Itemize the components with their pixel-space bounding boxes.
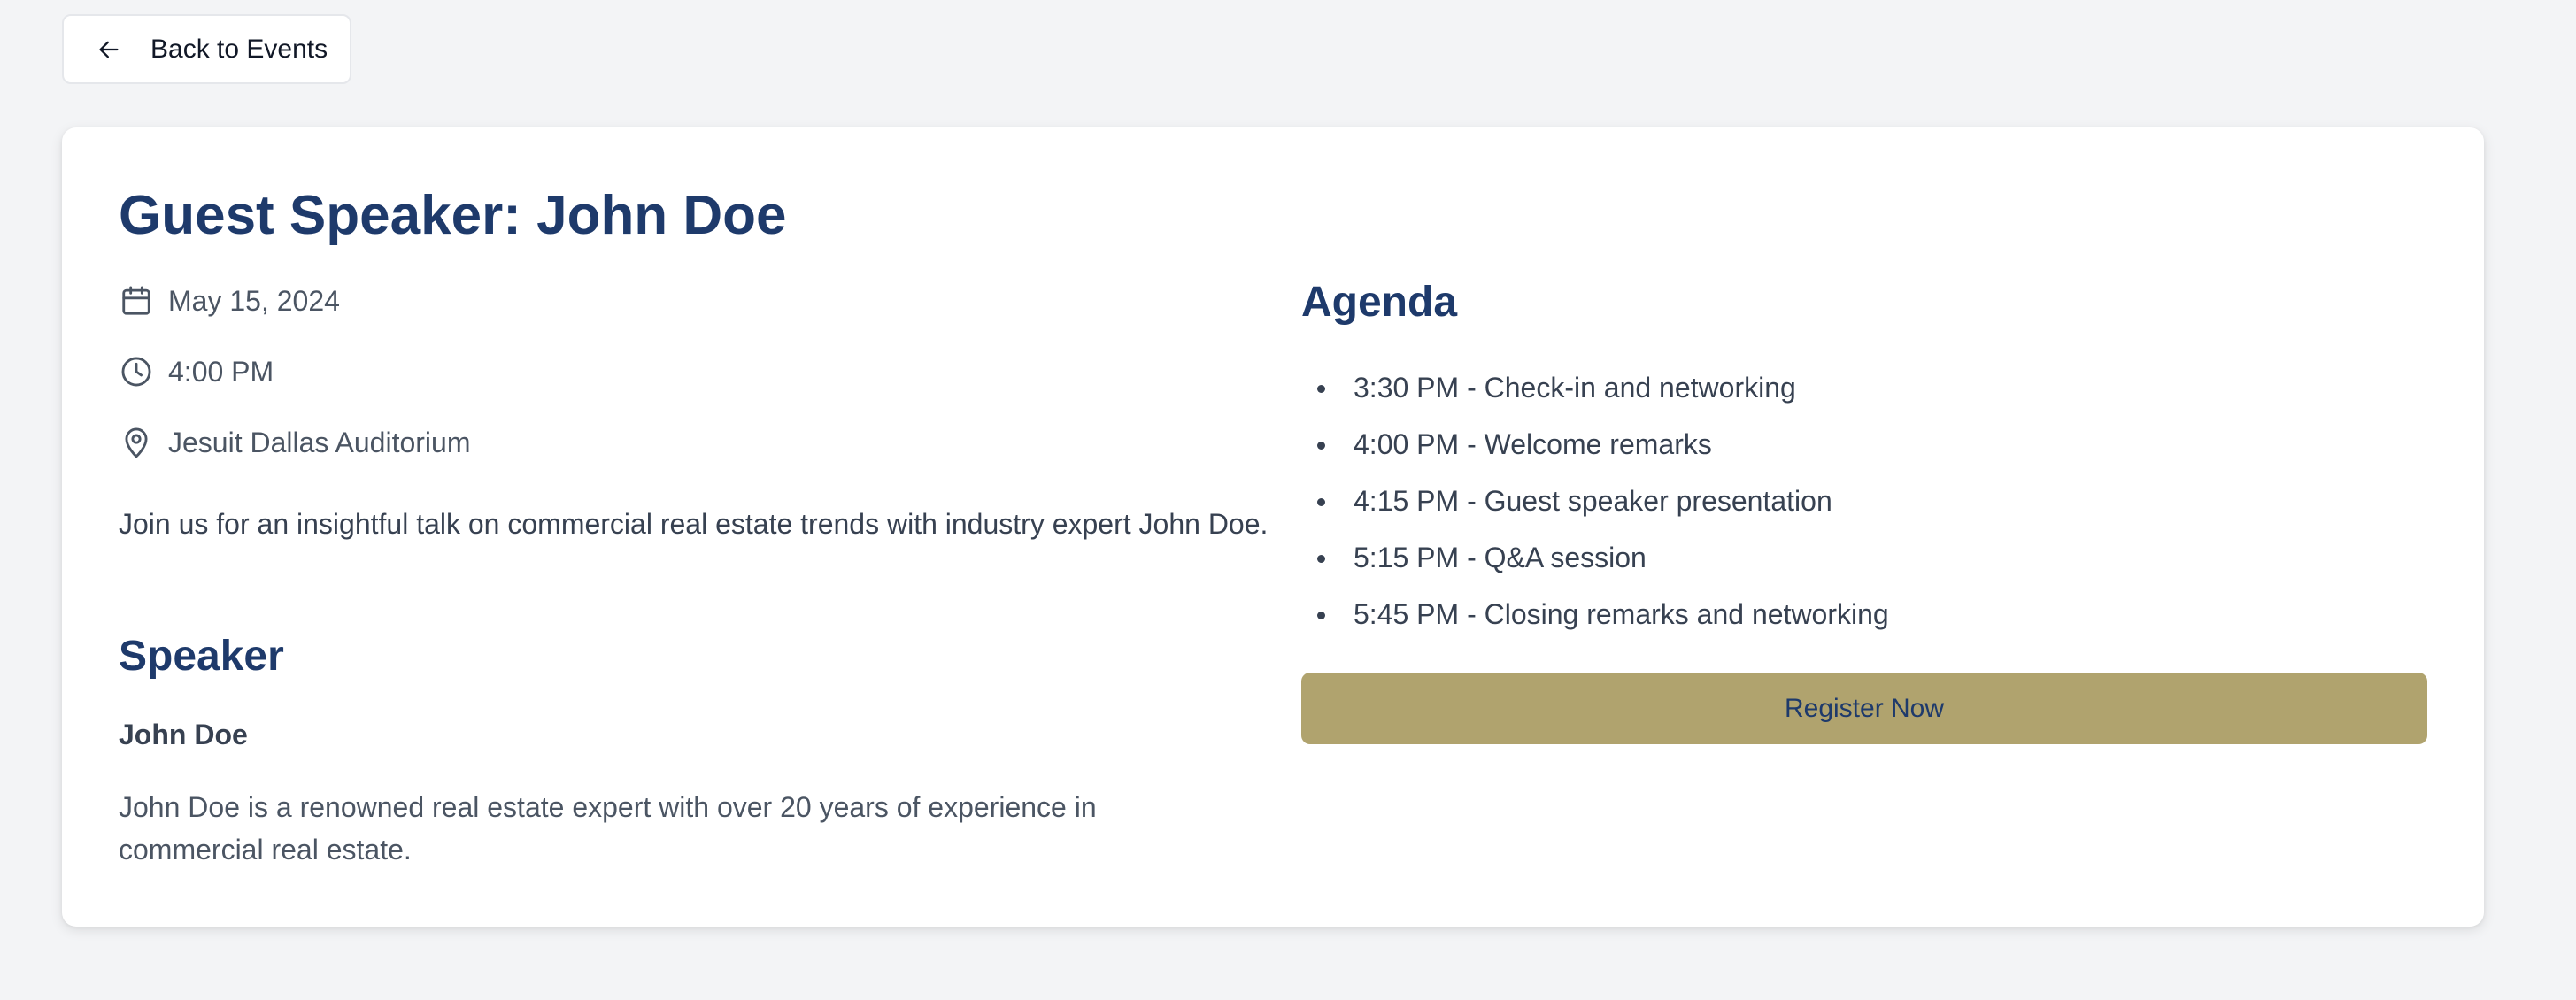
map-pin-icon	[119, 425, 154, 460]
event-time: 4:00 PM	[168, 355, 274, 388]
clock-icon	[119, 354, 154, 389]
event-date: May 15, 2024	[168, 284, 340, 317]
agenda-item: 4:15 PM - Guest speaker presentation	[1301, 473, 1889, 529]
event-detail-card: Guest Speaker: John Doe May 15, 2024 4:0…	[62, 127, 2484, 927]
agenda-item: 4:00 PM - Welcome remarks	[1301, 416, 1889, 473]
bullet-icon	[1317, 442, 1325, 450]
speaker-name: John Doe	[119, 719, 248, 750]
bullet-icon	[1317, 385, 1325, 393]
agenda-heading: Agenda	[1301, 279, 1458, 326]
event-description: Join us for an insightful talk on commer…	[119, 508, 1269, 540]
event-location-row: Jesuit Dallas Auditorium	[119, 423, 470, 462]
agenda-list: 3:30 PM - Check-in and networking 4:00 P…	[1301, 359, 1889, 642]
speaker-bio: John Doe is a renowned real estate exper…	[119, 791, 1097, 865]
back-to-events-button[interactable]: Back to Events	[62, 14, 351, 84]
bullet-icon	[1317, 498, 1325, 506]
register-now-button[interactable]: Register Now	[1301, 673, 2427, 744]
agenda-item: 5:45 PM - Closing remarks and networking	[1301, 586, 1889, 642]
bullet-icon	[1317, 612, 1325, 619]
arrow-left-icon	[94, 35, 124, 65]
event-date-row: May 15, 2024	[119, 281, 340, 320]
calendar-icon	[119, 283, 154, 319]
event-location: Jesuit Dallas Auditorium	[168, 426, 471, 458]
event-time-row: 4:00 PM	[119, 352, 274, 391]
speaker-heading: Speaker	[119, 633, 284, 680]
back-to-events-label: Back to Events	[150, 34, 328, 64]
bullet-icon	[1317, 555, 1325, 563]
agenda-item: 5:15 PM - Q&A session	[1301, 529, 1889, 586]
agenda-item: 3:30 PM - Check-in and networking	[1301, 359, 1889, 416]
event-title: Guest Speaker: John Doe	[119, 185, 787, 246]
